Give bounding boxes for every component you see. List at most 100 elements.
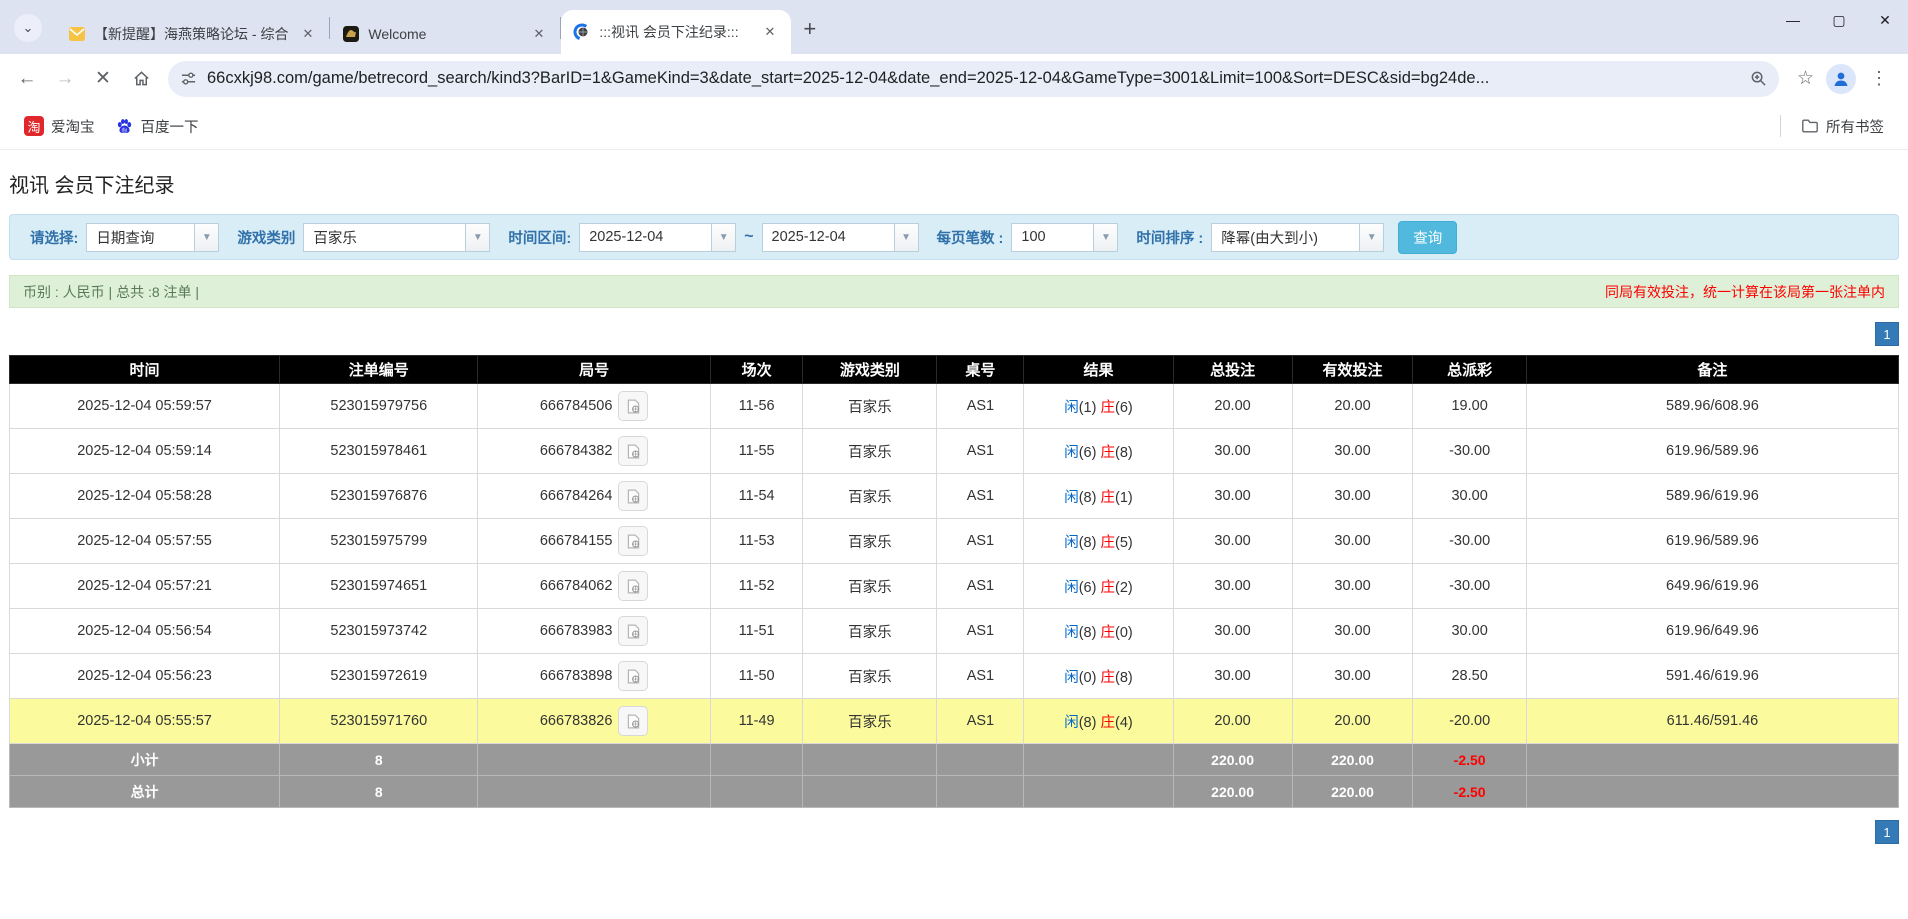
summary-bar: 币别 : 人民币 | 总共 :8 注单 | 同局有效投注，统一计算在该局第一张注… xyxy=(9,275,1899,308)
sort-order-input[interactable] xyxy=(1211,222,1360,252)
banker-result: 庄 xyxy=(1100,399,1115,416)
date-start-picker[interactable]: ▼ xyxy=(579,222,737,252)
bookmark-baidu[interactable]: du 百度一下 xyxy=(105,110,209,143)
game-kind-combobox[interactable]: ▼ xyxy=(303,222,491,252)
cell-bet-id: 523015976876 xyxy=(279,473,479,519)
profile-avatar[interactable] xyxy=(1826,63,1856,94)
cell-total-bet-link[interactable]: 20.00 xyxy=(1172,383,1293,429)
chevron-down-icon[interactable]: ▼ xyxy=(465,222,491,252)
video-replay-button[interactable] xyxy=(618,481,649,511)
tab-search-button[interactable]: ⌄ xyxy=(14,14,42,42)
tab-bet-records[interactable]: :::视讯 会员下注纪录::: ✕ xyxy=(561,10,792,54)
cell-table-no: AS1 xyxy=(936,698,1025,744)
cell-table-no: AS1 xyxy=(936,653,1025,699)
video-replay-button[interactable] xyxy=(618,526,649,556)
cell-game-kind: 百家乐 xyxy=(802,518,938,564)
tab-forum[interactable]: 【新提醒】海燕策略论坛 - 综合 ✕ xyxy=(56,14,329,54)
all-bookmarks-button[interactable]: 所有书签 xyxy=(1791,110,1894,143)
sort-order-combobox[interactable]: ▼ xyxy=(1211,222,1385,252)
chevron-down-icon[interactable]: ▼ xyxy=(1359,222,1385,252)
player-result: 闲 xyxy=(1064,534,1079,551)
zoom-icon[interactable] xyxy=(1750,70,1767,87)
chevron-down-icon[interactable]: ▼ xyxy=(1093,222,1119,252)
cell-total-bet-link[interactable]: 30.00 xyxy=(1172,473,1293,519)
banker-score: (6) xyxy=(1114,399,1133,416)
cell-valid-bet: 20.00 xyxy=(1291,383,1414,429)
cell-total-bet-link[interactable]: 30.00 xyxy=(1172,563,1293,609)
page-number-button[interactable]: 1 xyxy=(1875,820,1899,844)
maximize-button[interactable]: ▢ xyxy=(1816,0,1862,40)
chevron-down-icon[interactable]: ▼ xyxy=(194,222,220,252)
close-window-button[interactable]: ✕ xyxy=(1862,0,1908,40)
window-controls: — ▢ ✕ xyxy=(1770,0,1908,40)
date-end-input[interactable] xyxy=(761,222,894,252)
cell-table-no: AS1 xyxy=(936,608,1025,654)
bookmark-star-icon[interactable]: ☆ xyxy=(1789,67,1822,90)
cell-table-no: AS1 xyxy=(936,518,1025,564)
video-replay-button[interactable] xyxy=(618,436,649,466)
video-replay-icon xyxy=(627,399,640,413)
video-replay-button[interactable] xyxy=(618,616,649,646)
video-replay-button[interactable] xyxy=(618,661,649,691)
date-end-picker[interactable]: ▼ xyxy=(761,222,919,252)
tab-title: :::视讯 会员下注纪录::: xyxy=(599,24,739,40)
minimize-button[interactable]: — xyxy=(1770,0,1816,40)
cell-total-bet-link[interactable]: 30.00 xyxy=(1172,608,1293,654)
table-header: 时间 注单编号 局号 场次 游戏类别 桌号 结果 总投注 有效投注 总派彩 备注 xyxy=(8,355,1900,384)
player-result: 闲 xyxy=(1064,579,1079,596)
video-replay-button[interactable] xyxy=(618,391,649,421)
tab-close-icon[interactable]: ✕ xyxy=(527,23,550,45)
video-replay-button[interactable] xyxy=(618,571,649,601)
sort-order-label: 时间排序 : xyxy=(1136,230,1204,247)
cell-total-bet-link[interactable]: 30.00 xyxy=(1172,653,1293,699)
cell-total-bet-link[interactable]: 20.00 xyxy=(1172,698,1293,744)
game-kind-input[interactable] xyxy=(303,222,466,252)
bookmark-taobao[interactable]: 淘 爱淘宝 xyxy=(14,110,105,143)
page-number-button[interactable]: 1 xyxy=(1875,322,1899,346)
select-type-label: 请选择: xyxy=(30,230,79,247)
stop-button[interactable]: ✕ xyxy=(86,62,120,96)
round-id: 666783826 xyxy=(539,713,613,729)
cell-bet-id: 523015974651 xyxy=(279,563,479,609)
back-button[interactable]: ← xyxy=(10,62,44,96)
cell-result: 闲(8) 庄(4) xyxy=(1023,698,1174,744)
date-start-input[interactable] xyxy=(579,222,712,252)
home-button[interactable] xyxy=(124,62,158,96)
new-tab-button[interactable]: + xyxy=(791,16,828,42)
column-header: 时间 xyxy=(8,355,281,384)
video-replay-button[interactable] xyxy=(618,706,649,736)
search-button[interactable]: 查询 xyxy=(1398,220,1458,254)
subtotal-row: 小计 8 220.00 220.00 -2.50 xyxy=(8,743,1900,776)
site-settings-icon[interactable] xyxy=(180,70,197,87)
table-row: 2025-12-04 05:55:57 523015971760 666783826… xyxy=(8,698,1900,744)
tab-close-icon[interactable]: ✕ xyxy=(758,21,781,43)
mail-favicon-icon xyxy=(69,27,85,41)
url-bar[interactable]: 66cxkj98.com/game/betrecord_search/kind3… xyxy=(168,60,1779,97)
date-range-tilde: ~ xyxy=(744,228,754,245)
page-size-combobox[interactable]: ▼ xyxy=(1011,222,1119,252)
cell-total-bet-link[interactable]: 30.00 xyxy=(1172,428,1293,474)
player-result: 闲 xyxy=(1064,624,1079,641)
chevron-down-icon[interactable]: ▼ xyxy=(711,222,737,252)
video-replay-icon xyxy=(627,579,640,593)
tab-title: Welcome xyxy=(368,26,427,42)
banker-result: 庄 xyxy=(1100,714,1115,731)
query-type-combobox[interactable]: ▼ xyxy=(86,222,220,252)
tab-welcome[interactable]: Welcome ✕ xyxy=(330,14,560,54)
chevron-down-icon[interactable]: ▼ xyxy=(893,222,919,252)
forward-button[interactable]: → xyxy=(48,62,82,96)
tab-close-icon[interactable]: ✕ xyxy=(296,23,319,45)
cell-total-bet-link[interactable]: 30.00 xyxy=(1172,518,1293,564)
page-size-label: 每页笔数 : xyxy=(936,230,1004,247)
cell-session: 11-49 xyxy=(709,698,804,744)
cell-note: 619.96/649.96 xyxy=(1525,608,1900,654)
pagination-top: 1 xyxy=(9,322,1899,346)
page-size-input[interactable] xyxy=(1011,222,1094,252)
cell-time: 2025-12-04 05:59:57 xyxy=(8,383,281,429)
subtotal-valid-bet: 220.00 xyxy=(1291,743,1414,776)
cell-game-kind: 百家乐 xyxy=(802,608,938,654)
query-type-input[interactable] xyxy=(86,222,195,252)
page-title: 视讯 会员下注纪录 xyxy=(9,175,175,197)
browser-menu-icon[interactable]: ⋮ xyxy=(1860,68,1898,89)
url-text[interactable]: 66cxkj98.com/game/betrecord_search/kind3… xyxy=(207,69,1740,88)
